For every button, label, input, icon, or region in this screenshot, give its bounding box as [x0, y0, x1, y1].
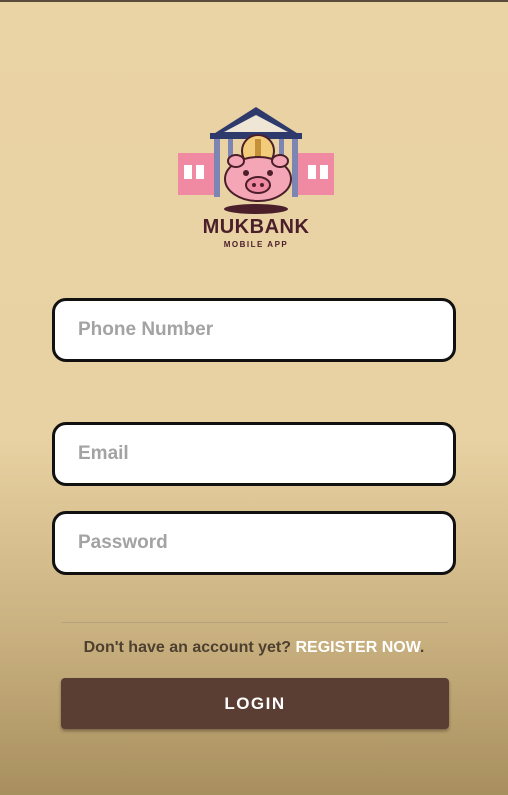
phone-number-input[interactable]	[55, 301, 453, 359]
top-border	[0, 0, 508, 2]
phone-number-field[interactable]	[52, 298, 456, 362]
password-input[interactable]	[55, 514, 453, 572]
brand-name: MUKBANK	[202, 216, 310, 238]
password-field[interactable]	[52, 511, 456, 575]
register-suffix: .	[419, 639, 425, 656]
brand-subtitle: MOBILE APP	[223, 240, 289, 249]
login-button[interactable]: LOGIN	[61, 678, 449, 729]
register-prompt-text: Don't have an account yet?	[83, 639, 296, 656]
divider	[62, 622, 448, 623]
email-field[interactable]	[52, 422, 456, 486]
register-now-link[interactable]: REGISTER NOW	[295, 639, 419, 656]
register-prompt: Don't have an account yet? REGISTER NOW.	[0, 639, 508, 657]
email-input[interactable]	[55, 425, 453, 483]
